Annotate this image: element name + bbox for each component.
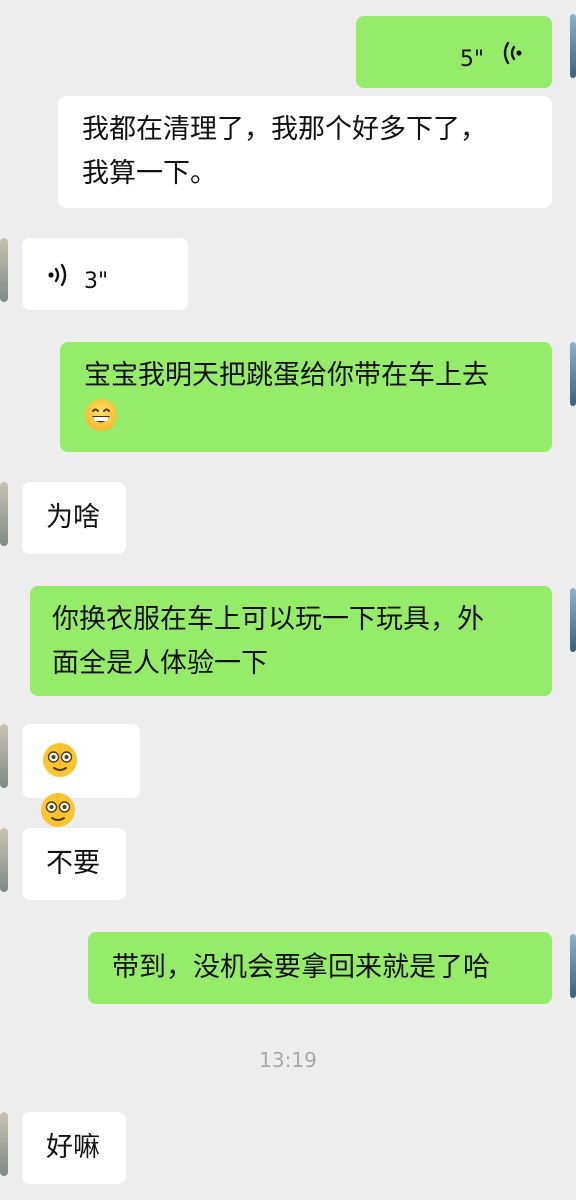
contact-avatar[interactable] <box>0 724 8 788</box>
text-message-received[interactable]: 为啥 <box>22 482 126 554</box>
message-text: 你换衣服在车上可以玩一下玩具，外 面全是人体验一下 <box>52 604 484 679</box>
contact-avatar[interactable] <box>0 828 8 892</box>
chat-area: 5" 我都在清理了，我那个好多下了， 我算一下。 3" 宝宝我明天把跳蛋给你带在… <box>0 0 576 1200</box>
message-text: 为啥 <box>46 502 100 533</box>
my-avatar[interactable] <box>570 342 576 406</box>
emoji-message-received[interactable] <box>22 724 140 827</box>
text-message-sent[interactable]: 带到，没机会要拿回来就是了哈 <box>88 932 552 1004</box>
message-text: 我都在清理了，我那个好多下了， 我算一下。 <box>82 114 487 189</box>
voice-duration: 3" <box>84 269 109 294</box>
text-message-received[interactable]: 好嘛 <box>22 1112 126 1184</box>
voice-message-sent[interactable]: 5" <box>356 16 552 88</box>
my-avatar[interactable] <box>570 14 576 78</box>
my-avatar[interactable] <box>570 934 576 998</box>
text-message-sent[interactable]: 你换衣服在车上可以玩一下玩具，外 面全是人体验一下 <box>30 586 552 696</box>
message-timestamp: 13:19 <box>259 1048 317 1072</box>
message-text: 不要 <box>46 848 100 879</box>
contact-avatar[interactable] <box>0 1112 8 1176</box>
text-message-sent[interactable]: 宝宝我明天把跳蛋给你带在车上去 <box>60 342 552 452</box>
face-with-spiral-eyes-icon <box>42 742 78 792</box>
text-message-received[interactable]: 我都在清理了，我那个好多下了， 我算一下。 <box>58 96 552 208</box>
message-text: 带到，没机会要拿回来就是了哈 <box>112 952 490 983</box>
voice-wave-icon <box>500 38 524 82</box>
contact-avatar[interactable] <box>0 482 8 546</box>
contact-avatar[interactable] <box>0 238 8 302</box>
message-text: 宝宝我明天把跳蛋给你带在车上去 <box>84 360 489 391</box>
grinning-face-icon <box>84 398 118 446</box>
voice-wave-icon <box>46 260 70 304</box>
message-text: 好嘛 <box>46 1132 100 1163</box>
voice-message-received[interactable]: 3" <box>22 238 188 310</box>
my-avatar[interactable] <box>570 588 576 652</box>
voice-duration: 5" <box>459 47 484 72</box>
text-message-received[interactable]: 不要 <box>22 828 126 900</box>
